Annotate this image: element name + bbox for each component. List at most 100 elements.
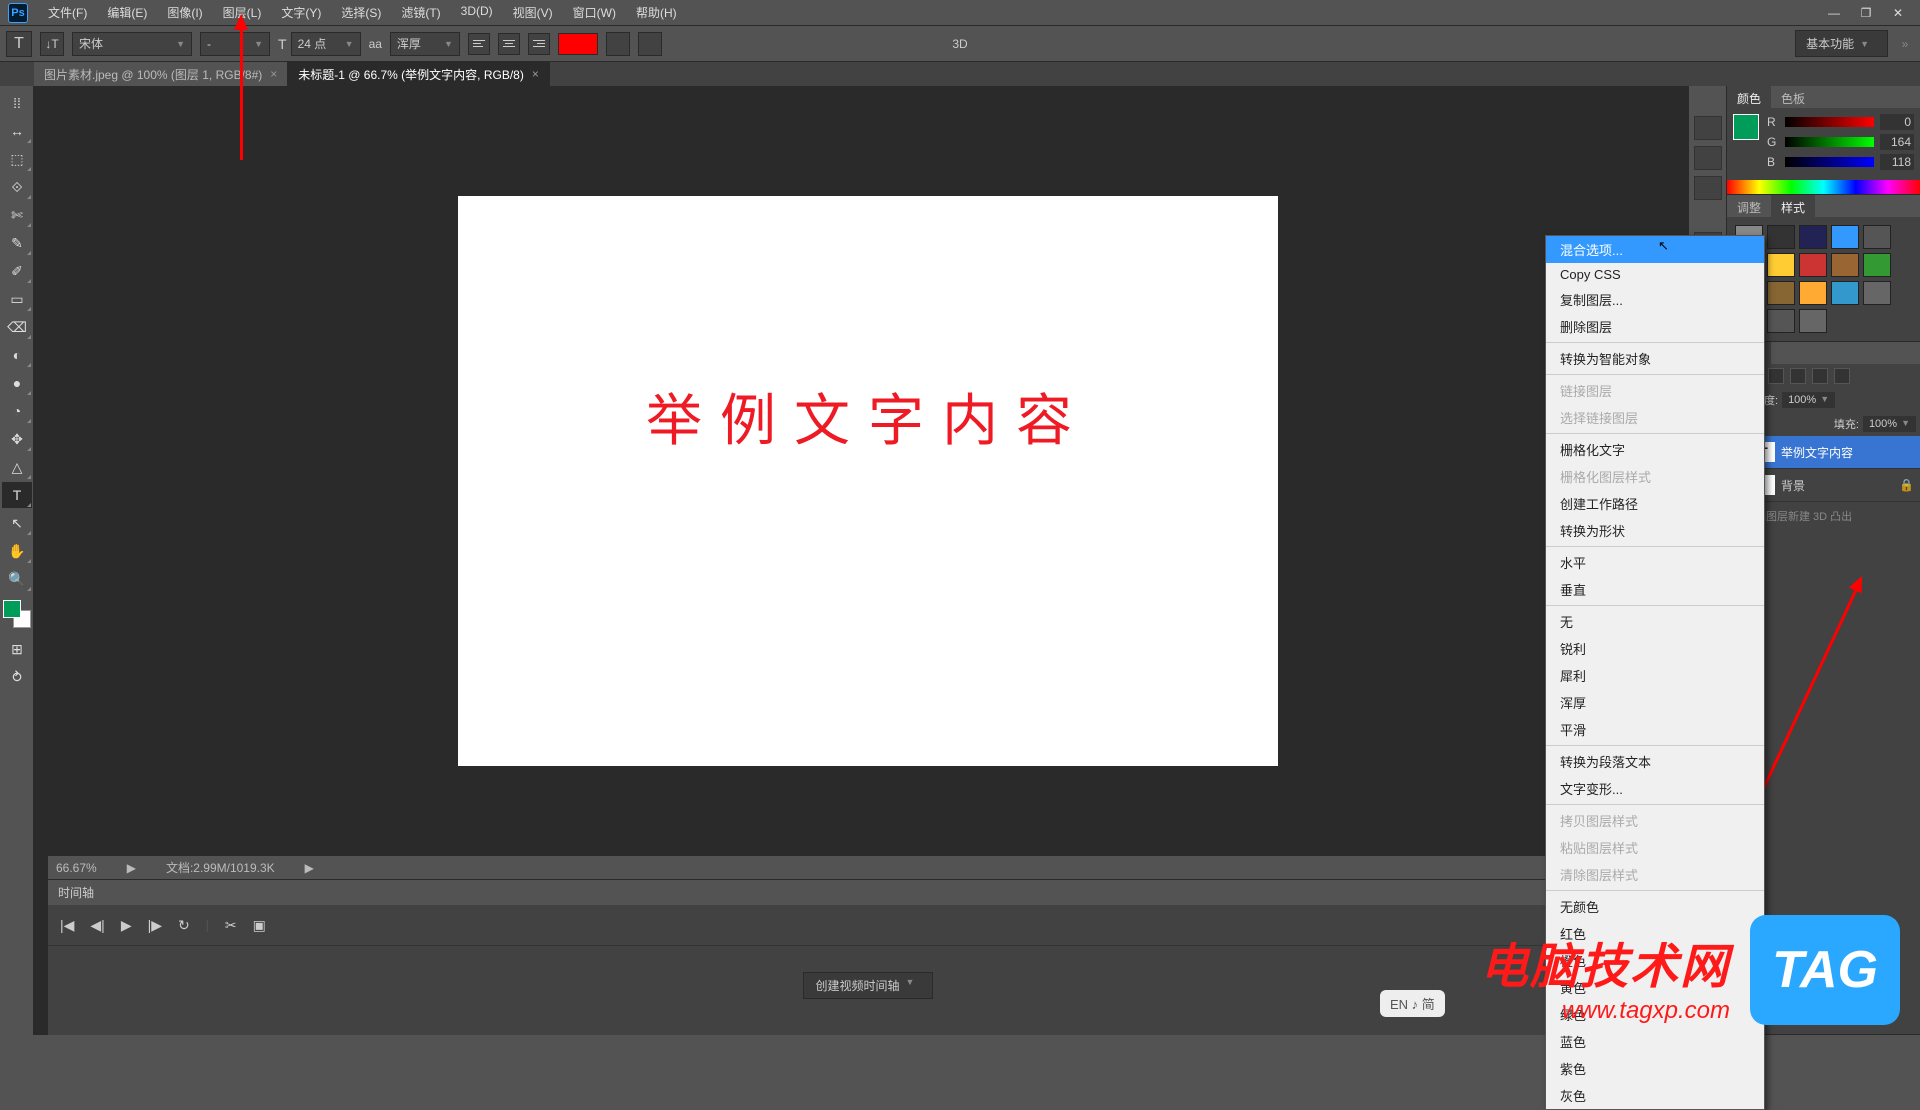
style-swatch[interactable] <box>1767 253 1795 277</box>
style-swatch[interactable] <box>1863 253 1891 277</box>
menu-item[interactable]: 文件(F) <box>38 0 97 25</box>
minimize-button[interactable]: — <box>1822 6 1846 20</box>
tool-button[interactable]: ✥ <box>2 426 32 452</box>
tool-button[interactable]: 🔍 <box>2 566 32 592</box>
menu-item[interactable]: 视图(V) <box>503 0 563 25</box>
filter-smart-icon[interactable] <box>1834 368 1850 384</box>
menu-item[interactable]: 图像(I) <box>157 0 212 25</box>
menu-item[interactable]: 3D(D) <box>451 0 503 25</box>
tool-button[interactable]: △ <box>2 454 32 480</box>
menu-item[interactable]: 文字(Y) <box>271 0 331 25</box>
context-menu-item[interactable]: 复制图层... <box>1546 286 1764 313</box>
close-tab-icon[interactable]: × <box>270 67 277 81</box>
create-video-timeline-button[interactable]: 创建视频时间轴 ▼ <box>803 972 934 999</box>
context-menu-item[interactable]: 水平 <box>1546 549 1764 576</box>
character-panel-button[interactable] <box>638 32 662 56</box>
timeline-transition-button[interactable]: ▣ <box>253 917 266 934</box>
style-swatch[interactable] <box>1767 281 1795 305</box>
text-color-swatch[interactable] <box>558 33 598 55</box>
context-menu-item[interactable]: 垂直 <box>1546 576 1764 603</box>
history-icon[interactable] <box>1694 116 1722 140</box>
canvas-text-layer[interactable]: 举例文字内容 <box>458 376 1278 457</box>
document-tab[interactable]: 未标题-1 @ 66.7% (举例文字内容, RGB/8)× <box>288 62 550 86</box>
context-menu-item[interactable]: 紫色 <box>1546 1055 1764 1082</box>
paragraph-icon[interactable] <box>1694 176 1722 200</box>
tool-button[interactable]: ▭ <box>2 286 32 312</box>
style-swatch[interactable] <box>1767 225 1795 249</box>
timeline-first-button[interactable]: |◀ <box>60 917 74 934</box>
style-swatch[interactable] <box>1799 281 1827 305</box>
context-menu-item[interactable]: 栅格化文字 <box>1546 436 1764 463</box>
close-button[interactable]: ✕ <box>1886 6 1910 20</box>
text-orientation-button[interactable]: ↓T <box>40 32 64 56</box>
tool-button[interactable]: ✎ <box>2 230 32 256</box>
tool-mode-button[interactable]: ⥁ <box>2 664 32 690</box>
menu-item[interactable]: 选择(S) <box>331 0 391 25</box>
fill-field[interactable]: 填充: 100%▼ <box>1834 416 1916 432</box>
tool-button[interactable]: ✄ <box>2 202 32 228</box>
style-swatch[interactable] <box>1831 281 1859 305</box>
context-menu-item[interactable]: 删除图层 <box>1546 313 1764 340</box>
character-icon[interactable] <box>1694 146 1722 170</box>
color-foreground-swatch[interactable] <box>1733 114 1759 140</box>
context-menu-item[interactable]: 蓝色 <box>1546 1028 1764 1055</box>
tool-button[interactable]: ⟐ <box>2 174 32 200</box>
menu-item[interactable]: 编辑(E) <box>97 0 157 25</box>
warp-text-button[interactable] <box>606 32 630 56</box>
style-swatch[interactable] <box>1799 309 1827 333</box>
menu-item[interactable]: 帮助(H) <box>626 0 687 25</box>
adjustments-tab[interactable]: 调整 <box>1727 195 1771 217</box>
align-center-button[interactable] <box>498 33 520 55</box>
style-swatch[interactable] <box>1863 225 1891 249</box>
tool-button[interactable]: T <box>2 482 32 508</box>
fg-color-swatch[interactable] <box>3 600 21 618</box>
align-left-button[interactable] <box>468 33 490 55</box>
color-tab[interactable]: 颜色 <box>1727 86 1771 108</box>
close-tab-icon[interactable]: × <box>532 67 539 81</box>
timeline-next-button[interactable]: |▶ <box>148 917 162 934</box>
tool-button[interactable]: ◔ <box>2 398 32 424</box>
context-menu-item[interactable]: 混合选项... <box>1546 236 1764 263</box>
context-menu-item[interactable]: 灰色 <box>1546 1082 1764 1109</box>
green-slider[interactable]: G164 <box>1767 134 1914 150</box>
red-slider[interactable]: R0 <box>1767 114 1914 130</box>
menu-item[interactable]: 图层(L) <box>213 0 272 25</box>
tools-grip[interactable]: ⁞⁞ <box>2 90 32 116</box>
context-menu-item[interactable]: 犀利 <box>1546 662 1764 689</box>
blue-slider[interactable]: B118 <box>1767 154 1914 170</box>
canvas[interactable]: 举例文字内容 <box>458 196 1278 766</box>
antialias-select[interactable]: 浑厚▼ <box>390 32 460 56</box>
filter-pixel-icon[interactable] <box>1768 368 1784 384</box>
style-swatch[interactable] <box>1863 281 1891 305</box>
zoom-value[interactable]: 66.67% <box>56 861 97 875</box>
font-family-select[interactable]: 宋体▼ <box>72 32 192 56</box>
style-swatch[interactable] <box>1767 309 1795 333</box>
font-style-select[interactable]: -▼ <box>200 32 270 56</box>
timeline-tab[interactable]: 时间轴 <box>48 880 1688 905</box>
style-swatch[interactable] <box>1799 253 1827 277</box>
timeline-play-button[interactable]: ▶ <box>121 917 132 934</box>
timeline-prev-button[interactable]: ◀| <box>90 917 104 934</box>
three-d-button[interactable]: 3D <box>952 37 967 51</box>
style-swatch[interactable] <box>1831 225 1859 249</box>
context-menu-item[interactable]: 创建工作路径 <box>1546 490 1764 517</box>
restore-button[interactable]: ❐ <box>1854 6 1878 20</box>
context-menu-item[interactable]: 转换为段落文本 <box>1546 748 1764 775</box>
tool-button[interactable]: ⬚ <box>2 146 32 172</box>
context-menu-item[interactable]: 平滑 <box>1546 716 1764 743</box>
tool-button[interactable]: ● <box>2 370 32 396</box>
context-menu-item[interactable]: 文字变形... <box>1546 775 1764 802</box>
tool-preset[interactable]: T <box>6 31 32 57</box>
context-menu-item[interactable]: 无 <box>1546 608 1764 635</box>
context-menu-item[interactable]: 浑厚 <box>1546 689 1764 716</box>
filter-adjust-icon[interactable] <box>1790 368 1806 384</box>
collapse-panels-button[interactable]: » <box>1896 37 1914 51</box>
timeline-loop-button[interactable]: ↻ <box>178 917 190 934</box>
menu-item[interactable]: 滤镜(T) <box>391 0 450 25</box>
style-swatch[interactable] <box>1799 225 1827 249</box>
tool-button[interactable]: ◐ <box>2 342 32 368</box>
workspace-switcher[interactable]: 基本功能▼ <box>1795 30 1888 57</box>
fg-bg-colors[interactable] <box>3 600 31 628</box>
tool-button[interactable]: ✋ <box>2 538 32 564</box>
timeline-split-button[interactable]: ✂ <box>225 917 237 934</box>
